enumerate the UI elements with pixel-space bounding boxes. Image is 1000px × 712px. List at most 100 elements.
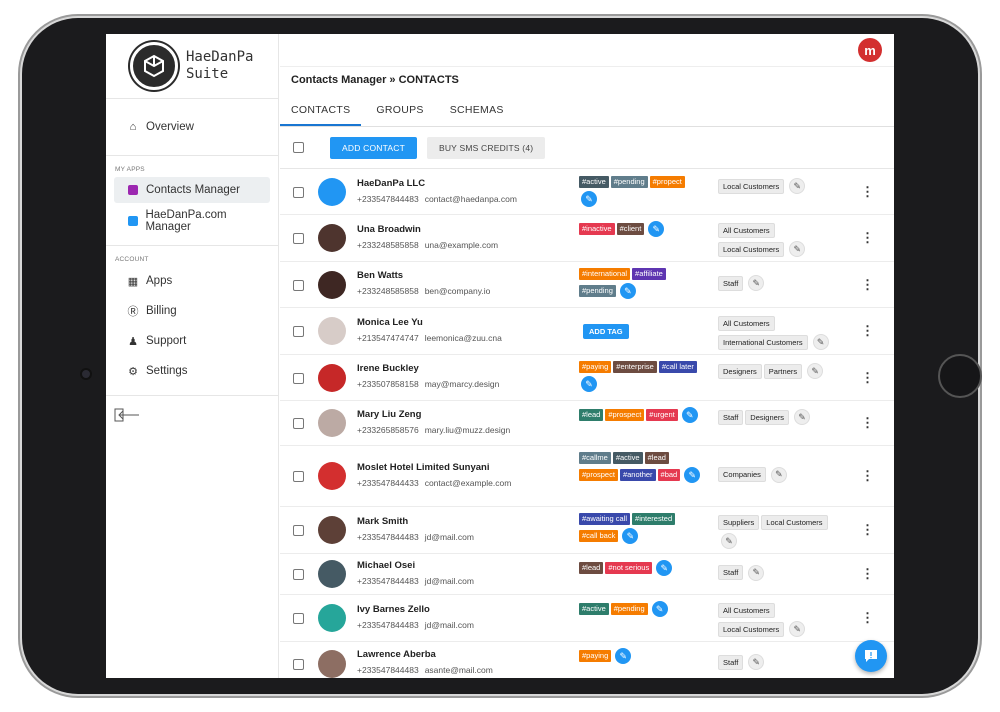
tag-badge[interactable]: #call back xyxy=(579,530,619,542)
brand[interactable]: HaeDanPa Suite xyxy=(106,34,278,99)
edit-tags-pencil-icon[interactable]: ✎ xyxy=(581,376,597,392)
edit-groups-pencil-icon[interactable]: ✎ xyxy=(748,654,765,670)
add-contact-button[interactable]: ADD CONTACT xyxy=(330,136,417,159)
edit-groups-pencil-icon[interactable]: ✎ xyxy=(721,533,737,549)
group-chip[interactable]: International Customers xyxy=(718,334,808,350)
edit-tags-pencil-icon[interactable]: ✎ xyxy=(656,560,673,576)
sidebar-item-haedanpa-manager[interactable]: HaeDanPa.com Manager xyxy=(114,207,270,235)
more-vert-icon[interactable]: ⋮ xyxy=(861,416,874,430)
table-row[interactable]: HaeDanPa LLC +233547844483 contact@haedanp… xyxy=(280,170,894,215)
tag-badge[interactable]: #awaiting call xyxy=(579,513,631,525)
row-checkbox[interactable] xyxy=(293,233,304,244)
user-avatar[interactable]: m xyxy=(858,38,882,62)
row-checkbox[interactable] xyxy=(293,613,304,624)
table-row[interactable]: Mark Smith +233547844483 jd@mail.com #await… xyxy=(280,507,894,554)
group-chip[interactable]: All Customers xyxy=(718,223,775,238)
group-chip[interactable]: Local Customers xyxy=(718,241,785,257)
more-vert-icon[interactable]: ⋮ xyxy=(861,567,874,581)
sidebar-item-overview[interactable]: ⌂ Overview xyxy=(114,113,270,141)
row-checkbox[interactable] xyxy=(293,326,304,337)
more-vert-icon[interactable]: ⋮ xyxy=(861,469,874,483)
group-chip[interactable]: All Customers xyxy=(718,316,775,331)
row-checkbox[interactable] xyxy=(293,372,304,384)
contact-name[interactable]: Ben Watts xyxy=(357,270,403,281)
tag-badge[interactable]: #enterprise xyxy=(613,361,657,373)
contact-name[interactable]: Mark Smith xyxy=(357,516,408,527)
sidebar-item-support[interactable]: ♟ Support xyxy=(114,327,270,355)
table-row[interactable]: Una Broadwin +233248585858 una@example.com… xyxy=(280,215,894,262)
contact-name[interactable]: Ivy Barnes Zello xyxy=(357,604,430,615)
more-vert-icon[interactable]: ⋮ xyxy=(861,324,874,338)
tag-badge[interactable]: #active xyxy=(579,603,609,615)
tag-badge[interactable]: #paying xyxy=(579,650,612,662)
tag-badge[interactable]: #not serious xyxy=(605,562,653,574)
row-checkbox[interactable] xyxy=(293,471,304,482)
table-row[interactable]: Monica Lee Yu +213547474747 leemonica@zuu.… xyxy=(280,308,894,355)
group-chip[interactable]: Local Customers xyxy=(718,178,785,194)
sidebar-item-settings[interactable]: ⚙ Settings xyxy=(114,357,270,385)
edit-groups-pencil-icon[interactable]: ✎ xyxy=(794,409,811,425)
tag-badge[interactable]: #affiliate xyxy=(632,268,666,280)
edit-groups-pencil-icon[interactable]: ✎ xyxy=(748,564,765,581)
tab-schemas[interactable]: SCHEMAS xyxy=(439,97,515,126)
more-vert-icon[interactable]: ⋮ xyxy=(861,277,874,292)
edit-tags-pencil-icon[interactable]: ✎ xyxy=(684,467,701,483)
tag-badge[interactable]: #active xyxy=(579,176,609,188)
edit-groups-pencil-icon[interactable]: ✎ xyxy=(770,466,787,483)
tag-badge[interactable]: #pending xyxy=(610,603,648,615)
contact-name[interactable]: Irene Buckley xyxy=(357,363,419,374)
tag-badge[interactable]: #lead xyxy=(644,452,669,464)
tag-badge[interactable]: #active xyxy=(612,452,643,464)
tag-badge[interactable]: #lead xyxy=(579,562,604,574)
tag-badge[interactable]: #callme xyxy=(579,452,611,464)
edit-tags-pencil-icon[interactable]: ✎ xyxy=(648,221,665,237)
group-chip[interactable]: Designers xyxy=(718,363,762,379)
tab-groups[interactable]: GROUPS xyxy=(365,97,434,126)
row-checkbox[interactable] xyxy=(293,569,304,580)
tag-badge[interactable]: #international xyxy=(579,268,631,280)
group-chip[interactable]: Local Customers xyxy=(761,515,828,530)
sidebar-item-apps[interactable]: ▦ Apps xyxy=(114,267,270,295)
home-button[interactable] xyxy=(938,354,982,398)
more-vert-icon[interactable]: ⋮ xyxy=(861,523,874,537)
edit-tags-pencil-icon[interactable]: ✎ xyxy=(651,601,668,617)
tab-contacts[interactable]: CONTACTS xyxy=(280,97,362,126)
tag-badge[interactable]: #client xyxy=(616,223,645,235)
more-vert-icon[interactable]: ⋮ xyxy=(861,611,874,625)
group-chip[interactable]: Partners xyxy=(763,363,803,379)
add-tag-button[interactable]: ADD TAG xyxy=(583,323,629,339)
contact-name[interactable]: Mary Liu Zeng xyxy=(357,409,421,420)
table-row[interactable]: Lawrence Aberba +233547844483 asante@mail.… xyxy=(280,642,894,678)
contact-name[interactable]: Michael Osei xyxy=(357,560,415,571)
contact-name[interactable]: Monica Lee Yu xyxy=(357,317,423,328)
tag-badge[interactable]: #pending xyxy=(579,285,616,297)
tag-badge[interactable]: #pending xyxy=(610,176,648,188)
table-row[interactable]: Ivy Barnes Zello +233547844483 jd@mail.com… xyxy=(280,595,894,642)
more-vert-icon[interactable]: ⋮ xyxy=(861,231,874,245)
group-chip[interactable]: Companies xyxy=(718,467,766,482)
tag-badge[interactable]: #paying xyxy=(579,361,612,373)
edit-groups-pencil-icon[interactable]: ✎ xyxy=(807,363,824,379)
group-chip[interactable]: Designers xyxy=(745,409,790,425)
contact-name[interactable]: HaeDanPa LLC xyxy=(357,178,425,189)
select-all-checkbox[interactable] xyxy=(293,142,304,153)
row-checkbox[interactable] xyxy=(293,187,304,198)
contact-name[interactable]: Una Broadwin xyxy=(357,224,421,235)
edit-tags-pencil-icon[interactable]: ✎ xyxy=(681,407,698,423)
tag-badge[interactable]: #call later xyxy=(658,361,697,373)
row-checkbox[interactable] xyxy=(293,418,304,429)
tag-badge[interactable]: #interested xyxy=(632,513,676,525)
tag-badge[interactable]: #propect xyxy=(649,176,685,188)
table-row[interactable]: Moslet Hotel Limited Sunyani +23354784443… xyxy=(280,446,894,507)
group-chip[interactable]: Staff xyxy=(718,409,744,425)
edit-groups-pencil-icon[interactable]: ✎ xyxy=(789,241,806,257)
group-chip[interactable]: Staff xyxy=(718,565,744,580)
row-checkbox[interactable] xyxy=(293,658,304,670)
group-chip[interactable]: Suppliers xyxy=(718,515,760,530)
group-chip[interactable]: All Customers xyxy=(718,603,775,618)
edit-tags-pencil-icon[interactable]: ✎ xyxy=(615,648,632,664)
group-chip[interactable]: Staff xyxy=(718,275,744,291)
table-row[interactable]: Michael Osei +233547844483 jd@mail.com #lea… xyxy=(280,554,894,595)
group-chip[interactable]: Local Customers xyxy=(718,621,785,637)
tag-badge[interactable]: #lead xyxy=(579,409,604,421)
